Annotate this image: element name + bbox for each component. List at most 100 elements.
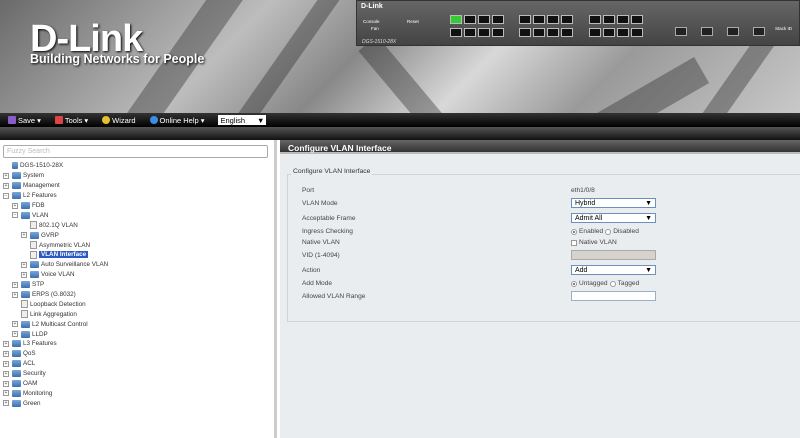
tagged-radio[interactable]	[609, 280, 616, 287]
expand-icon[interactable]: +	[12, 291, 18, 298]
tree-item-label: Voice VLAN	[41, 271, 75, 279]
acceptable-frame-select[interactable]: Admit All ▼	[571, 213, 656, 223]
port-icon	[464, 15, 476, 24]
online-help-menu[interactable]: Online Help ▾	[149, 116, 204, 125]
vlan-mode-select[interactable]: Hybrid ▼	[571, 198, 656, 208]
folder-icon	[12, 182, 21, 190]
sidebar: Fuzzy Search DGS-1510-28X + System + Managem…	[0, 140, 277, 438]
device-icon	[12, 162, 18, 170]
native-vlan-checkbox-label: Native VLAN	[579, 239, 617, 246]
expand-icon[interactable]: +	[12, 281, 18, 288]
nav-tree: DGS-1510-28X + System + Management − L2 Featur…	[0, 161, 270, 408]
tree-item[interactable]: DGS-1510-28X	[0, 161, 270, 171]
untagged-radio[interactable]	[571, 280, 577, 287]
allowed-vlan-range-label: Allowed VLAN Range	[302, 293, 366, 300]
tools-label: Tools	[64, 115, 83, 125]
tree-item-label: L2 Multicast Control	[32, 320, 88, 328]
tree-item-label: LLDP	[32, 330, 48, 338]
tree-item[interactable]: Loopback Detection	[0, 299, 270, 309]
expand-icon[interactable]: +	[3, 380, 9, 387]
expand-icon[interactable]: +	[3, 350, 9, 357]
ingress-disabled-radio[interactable]	[605, 228, 612, 235]
fuzzy-search-input[interactable]: Fuzzy Search	[3, 145, 268, 158]
action-select[interactable]: Add ▼	[571, 265, 656, 275]
expand-icon[interactable]: +	[12, 331, 18, 338]
folder-icon	[12, 399, 21, 407]
port-icon	[631, 28, 643, 37]
tree-item[interactable]: + LLDP	[0, 329, 270, 339]
port-icon	[561, 15, 573, 24]
expand-icon[interactable]: +	[3, 340, 9, 347]
tree-item-label: L3 Features	[23, 340, 57, 348]
expand-icon[interactable]: +	[3, 360, 9, 367]
tree-item[interactable]: + L2 Multicast Control	[0, 319, 270, 329]
tree-item[interactable]: + Auto Surveillance VLAN	[0, 260, 270, 270]
tree-item[interactable]: + Voice VLAN	[0, 270, 270, 280]
expand-icon[interactable]: +	[3, 390, 9, 397]
expand-icon[interactable]: +	[21, 232, 27, 239]
tree-item-label: Security	[23, 370, 46, 378]
folder-icon	[21, 291, 30, 299]
tree-item[interactable]: + QoS	[0, 349, 270, 359]
expand-icon[interactable]: +	[12, 321, 18, 328]
expand-icon[interactable]: +	[21, 271, 27, 278]
expand-icon[interactable]: +	[3, 400, 9, 407]
tree-item[interactable]: + Security	[0, 369, 270, 379]
tree-item[interactable]: + L3 Features	[0, 339, 270, 349]
expand-icon[interactable]: +	[21, 261, 27, 268]
device-brand: D-Link	[361, 3, 383, 10]
vlan-mode-label: VLAN Mode	[302, 200, 338, 207]
allowed-vlan-range-input[interactable]	[571, 291, 656, 301]
tree-item[interactable]: + ERPS (G.8032)	[0, 290, 270, 300]
tree-item[interactable]: + OAM	[0, 379, 270, 389]
tree-item-label: L2 Features	[23, 192, 57, 200]
acceptable-frame-label: Acceptable Frame	[302, 215, 356, 222]
tools-menu[interactable]: Tools ▾	[54, 115, 88, 125]
expand-icon[interactable]: +	[3, 370, 9, 377]
tree-item[interactable]: + Green	[0, 398, 270, 408]
folder-icon	[12, 172, 21, 180]
port-icon	[561, 28, 573, 37]
reset-label: Reset	[407, 19, 419, 24]
tree-item[interactable]: Asymmetric VLAN	[0, 240, 270, 250]
save-menu[interactable]: Save ▾	[8, 116, 41, 125]
tree-item[interactable]: + FDB	[0, 201, 270, 211]
collapse-icon[interactable]: −	[12, 212, 18, 219]
native-vlan-label: Native VLAN	[302, 239, 340, 246]
tree-item[interactable]: Link Aggregation	[0, 309, 270, 319]
tree-item[interactable]: + ACL	[0, 359, 270, 369]
expand-icon[interactable]: +	[3, 182, 9, 189]
port-icon	[617, 28, 629, 37]
tree-item[interactable]: + Monitoring	[0, 388, 270, 398]
wizard-button[interactable]: Wizard	[102, 116, 136, 125]
port-icon	[492, 15, 504, 24]
tree-item[interactable]: + GVRP	[0, 230, 270, 240]
tree-item[interactable]: − VLAN	[0, 210, 270, 220]
page-icon	[30, 250, 37, 259]
tree-item-label: 802.1Q VLAN	[39, 221, 78, 229]
device-model: DGS-1510-28X	[362, 39, 397, 45]
expand-icon[interactable]: +	[12, 202, 18, 209]
port-icon	[589, 28, 601, 37]
vid-input[interactable]	[571, 250, 656, 260]
folder-icon	[12, 389, 21, 397]
native-vlan-checkbox[interactable]	[571, 239, 577, 246]
tagged-label: Tagged	[617, 280, 640, 287]
tree-item[interactable]: 802.1Q VLAN	[0, 220, 270, 230]
folder-icon	[21, 330, 30, 338]
tree-item[interactable]: VLAN Interface	[0, 250, 270, 260]
port-icon	[547, 28, 559, 37]
tree-item-label: Auto Surveillance VLAN	[41, 261, 109, 269]
tree-item[interactable]: + Management	[0, 181, 270, 191]
expand-icon[interactable]: +	[3, 172, 9, 179]
tree-item-label: DGS-1510-28X	[20, 162, 64, 170]
collapse-icon[interactable]: −	[3, 192, 9, 199]
tree-item[interactable]: + System	[0, 171, 270, 181]
language-select[interactable]: English ▼	[218, 115, 267, 125]
ingress-enabled-radio[interactable]	[571, 228, 577, 235]
tree-item[interactable]: + STP	[0, 280, 270, 290]
tree-item-label: OAM	[23, 380, 38, 388]
ingress-enabled-label: Enabled	[579, 228, 604, 235]
tree-item[interactable]: − L2 Features	[0, 191, 270, 201]
folder-icon	[30, 271, 39, 279]
